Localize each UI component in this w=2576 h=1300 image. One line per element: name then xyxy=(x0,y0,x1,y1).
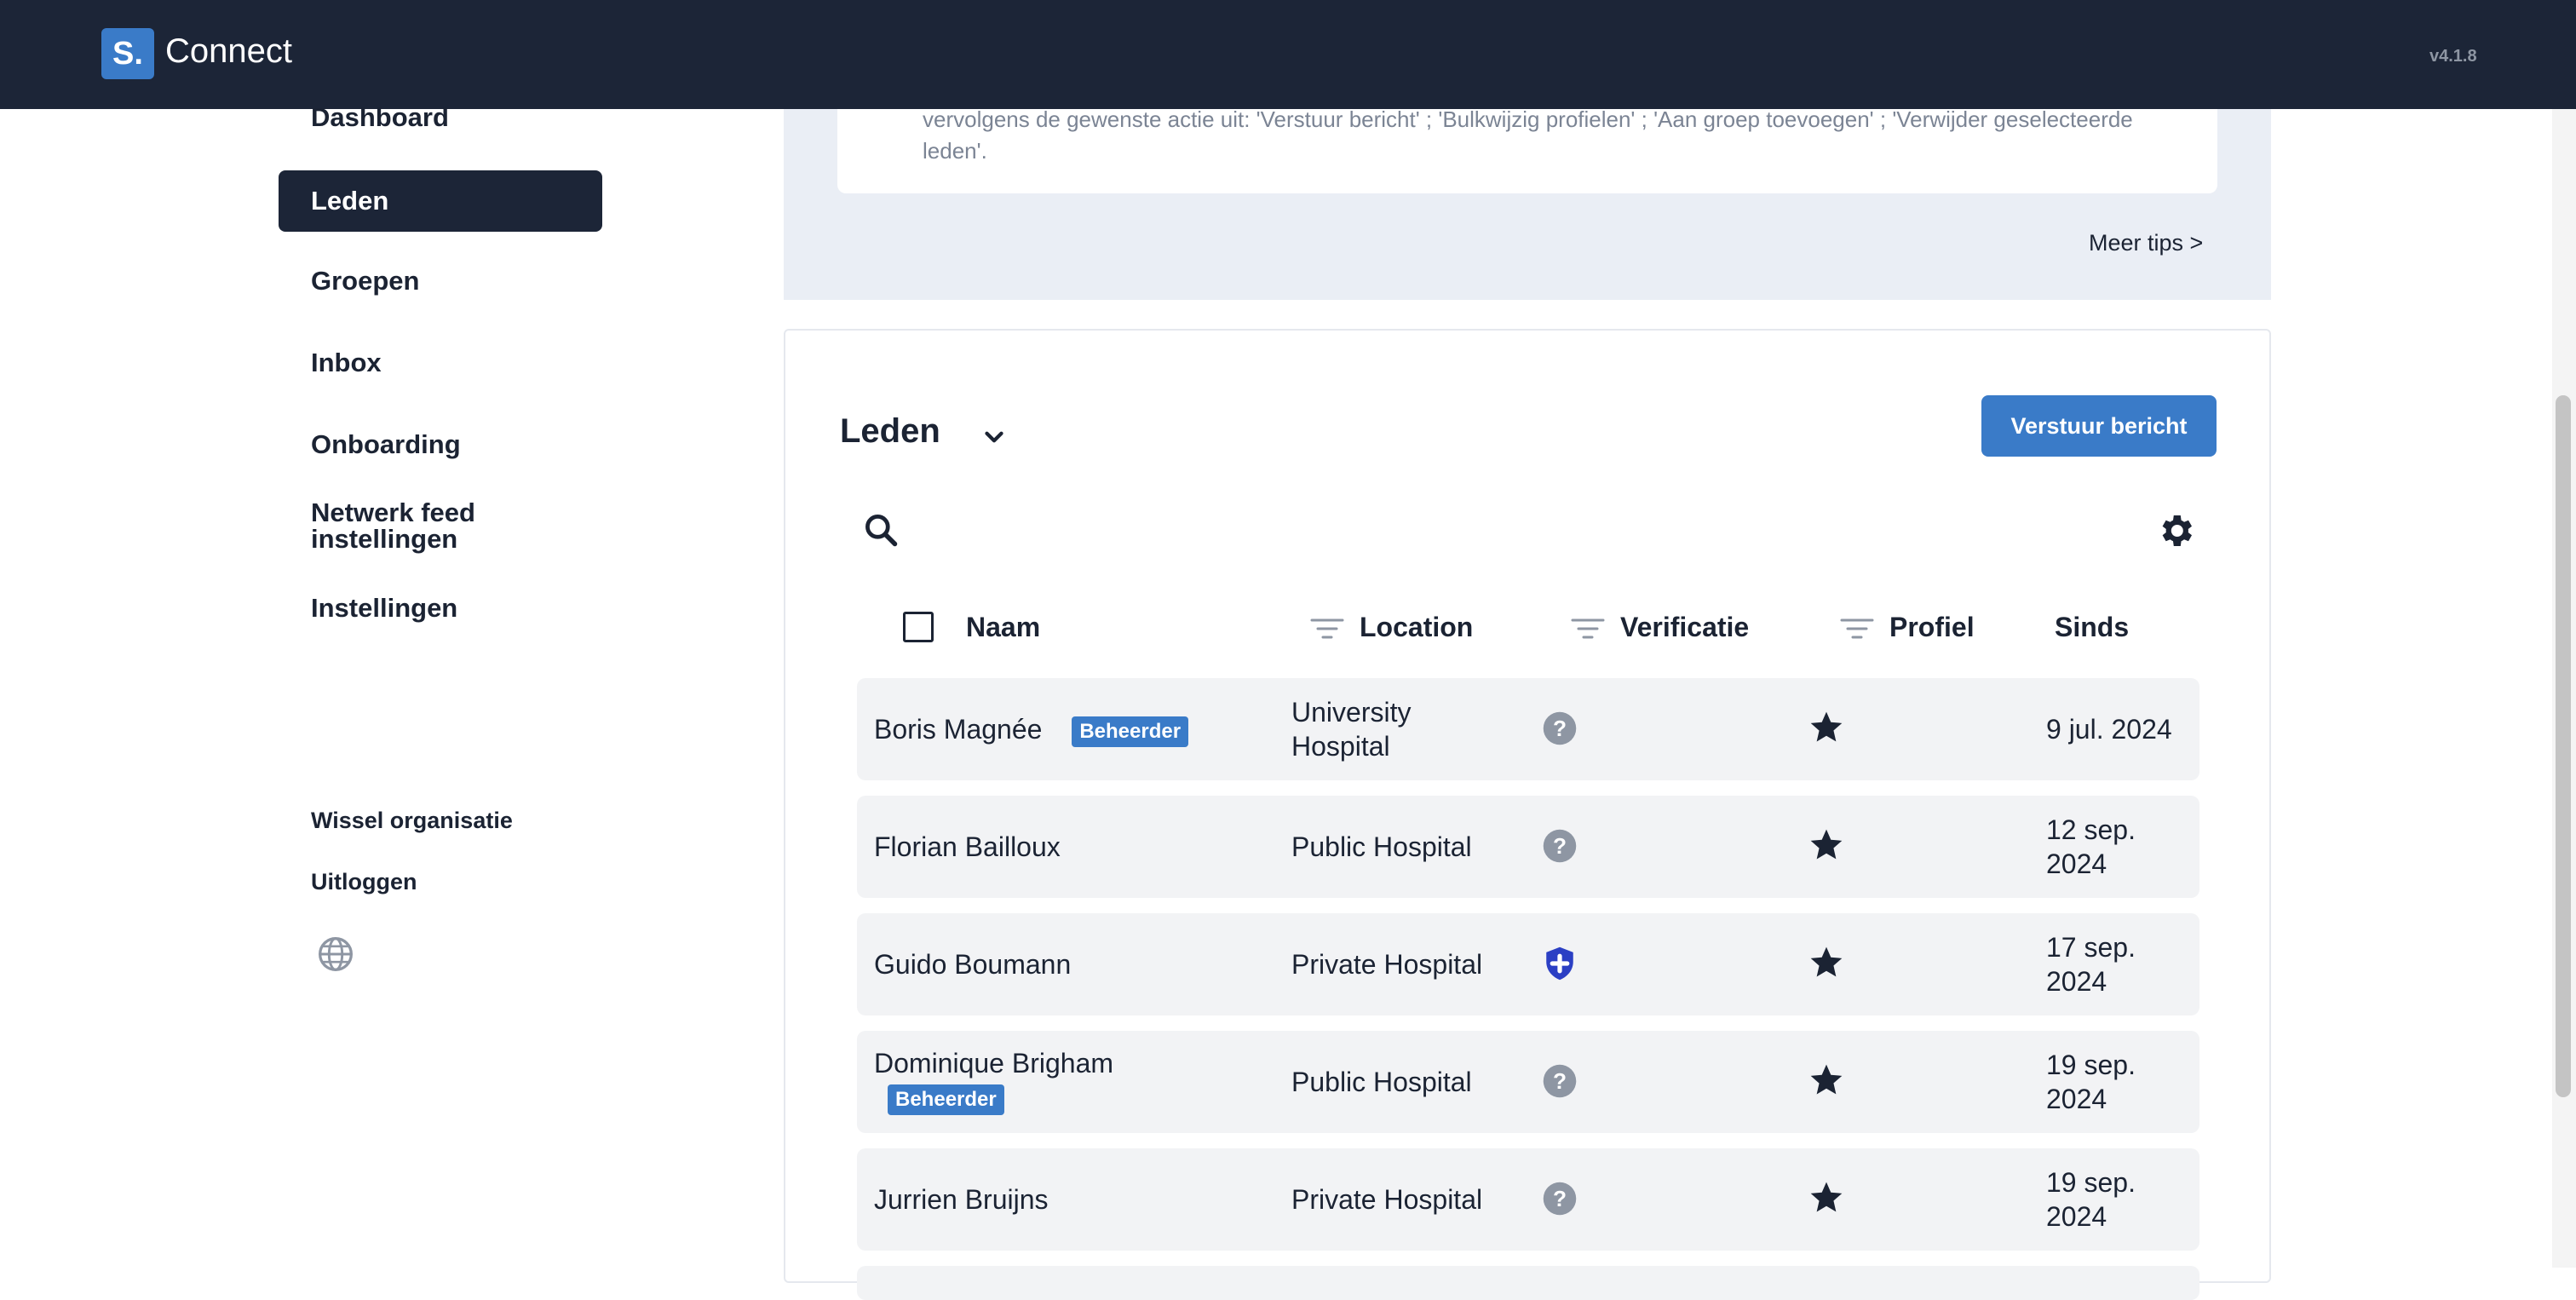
admin-badge: Beheerder xyxy=(888,1084,1004,1115)
sidebar-item-dashboard[interactable]: Dashboard xyxy=(311,102,449,133)
send-message-button[interactable]: Verstuur bericht xyxy=(1981,395,2217,457)
members-title: Leden xyxy=(840,412,940,450)
member-name-cell: Dominique Brigham Beheerder xyxy=(874,1046,1164,1115)
app-name[interactable]: Connect xyxy=(165,32,292,71)
switch-organization-link[interactable]: Wissel organisatie xyxy=(311,808,513,834)
star-icon[interactable] xyxy=(1808,1179,1845,1217)
version-label: v4.1.8 xyxy=(2429,47,2477,66)
member-location: University Hospital xyxy=(1291,697,1412,762)
member-location: Private Hospital xyxy=(1291,949,1483,980)
member-since: 19 sep. 2024 xyxy=(2046,1050,2136,1114)
select-all-checkbox[interactable] xyxy=(903,612,934,642)
member-location: Public Hospital xyxy=(1291,831,1472,862)
svg-text:?: ? xyxy=(1553,1186,1567,1211)
help-circle-icon[interactable]: ? xyxy=(1542,1181,1578,1217)
sidebar-item-onboarding[interactable]: Onboarding xyxy=(311,429,461,460)
member-since: 17 sep. 2024 xyxy=(2046,932,2136,997)
member-name-cell: Boris Magnée Beheerder xyxy=(874,712,1189,747)
star-icon[interactable] xyxy=(1808,826,1845,864)
members-panel: Leden Verstuur bericht Naam Location Ver… xyxy=(784,329,2271,1300)
logo-icon[interactable]: S. xyxy=(101,28,154,79)
star-icon[interactable] xyxy=(1808,944,1845,981)
table-row[interactable]: Guido Boumann Private Hospital 17 sep. 2… xyxy=(857,913,2199,1015)
member-name: Guido Boumann xyxy=(874,949,1072,980)
filter-icon[interactable] xyxy=(1571,615,1605,642)
member-name: Florian Bailloux xyxy=(874,831,1061,862)
member-location: Private Hospital xyxy=(1291,1184,1483,1215)
search-icon[interactable] xyxy=(862,511,900,549)
star-icon[interactable] xyxy=(1808,709,1845,746)
top-bar: S. Connect v4.1.8 xyxy=(0,0,2576,109)
star-icon[interactable] xyxy=(1808,1061,1845,1099)
tips-panel: vervolgens de gewenste actie uit: 'Verst… xyxy=(784,106,2271,300)
column-header-verification[interactable]: Verificatie xyxy=(1620,612,1749,643)
more-tips-link[interactable]: Meer tips > xyxy=(2089,230,2203,256)
svg-text:?: ? xyxy=(1553,1068,1567,1094)
help-circle-icon[interactable]: ? xyxy=(1542,710,1578,746)
sidebar-item-groepen[interactable]: Groepen xyxy=(311,266,419,296)
svg-text:?: ? xyxy=(1553,716,1567,741)
scrollbar-thumb[interactable] xyxy=(2556,395,2571,1097)
tips-text: vervolgens de gewenste actie uit: 'Verst… xyxy=(923,106,2133,164)
member-location: Public Hospital xyxy=(1291,1067,1472,1097)
table-row[interactable]: Florian Bailloux Public Hospital ? 12 se… xyxy=(857,796,2199,898)
help-circle-icon[interactable]: ? xyxy=(1542,1063,1578,1099)
member-since: 19 sep. 2024 xyxy=(2046,1167,2136,1232)
sidebar-item-netwerk-feed[interactable]: Netwerk feed instellingen xyxy=(311,499,532,552)
table-row[interactable]: Dominique Brigham Beheerder Public Hospi… xyxy=(857,1031,2199,1133)
member-name: Jurrien Bruijns xyxy=(874,1184,1049,1215)
column-header-since[interactable]: Sinds xyxy=(2055,612,2129,643)
member-name: Boris Magnée xyxy=(874,714,1043,745)
column-header-name[interactable]: Naam xyxy=(966,612,1040,643)
member-name: Dominique Brigham xyxy=(874,1048,1114,1079)
column-header-location[interactable]: Location xyxy=(1360,612,1473,643)
filter-icon[interactable] xyxy=(1310,615,1344,642)
page-scrollbar[interactable] xyxy=(2552,109,2576,1268)
globe-icon[interactable] xyxy=(317,935,354,973)
filter-icon[interactable] xyxy=(1840,615,1874,642)
chevron-down-icon[interactable] xyxy=(980,423,1009,452)
sidebar-item-label: Leden xyxy=(311,186,389,216)
help-circle-icon[interactable]: ? xyxy=(1542,828,1578,864)
gear-icon[interactable] xyxy=(2155,510,2196,551)
table-row[interactable]: Boris Magnée Beheerder University Hospit… xyxy=(857,678,2199,780)
sidebar-item-inbox[interactable]: Inbox xyxy=(311,348,382,378)
admin-badge: Beheerder xyxy=(1072,716,1189,747)
logout-link[interactable]: Uitloggen xyxy=(311,869,417,895)
svg-text:?: ? xyxy=(1553,833,1567,859)
tips-card: vervolgens de gewenste actie uit: 'Verst… xyxy=(837,106,2217,193)
table-row[interactable]: Jurrien Bruijns Private Hospital ? 19 se… xyxy=(857,1148,2199,1251)
sidebar-item-leden[interactable]: Leden xyxy=(279,170,602,232)
table-row[interactable] xyxy=(857,1266,2199,1300)
member-since: 9 jul. 2024 xyxy=(2046,714,2172,745)
verified-shield-icon[interactable] xyxy=(1542,946,1578,981)
column-header-profile[interactable]: Profiel xyxy=(1889,612,1975,643)
member-since: 12 sep. 2024 xyxy=(2046,814,2136,879)
sidebar-item-instellingen[interactable]: Instellingen xyxy=(311,593,457,624)
